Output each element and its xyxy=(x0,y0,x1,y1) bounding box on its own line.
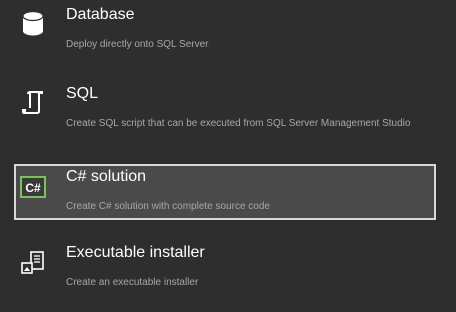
option-title: Database xyxy=(66,6,135,23)
option-description: Create an executable installer xyxy=(66,277,199,288)
database-icon xyxy=(18,8,48,38)
option-database[interactable]: Database Deploy directly onto SQL Server xyxy=(14,2,436,58)
option-executable-installer[interactable]: Executable installer Create an executabl… xyxy=(14,240,436,296)
deployment-options-list: Database Deploy directly onto SQL Server… xyxy=(0,0,456,312)
option-description: Deploy directly onto SQL Server xyxy=(66,39,209,50)
script-icon xyxy=(18,87,48,117)
option-sql[interactable]: SQL Create SQL script that can be execut… xyxy=(14,81,436,137)
option-description: Create C# solution with complete source … xyxy=(66,201,270,212)
option-title: C# solution xyxy=(66,168,147,185)
csharp-icon: C# xyxy=(18,172,48,202)
option-description: Create SQL script that can be executed f… xyxy=(66,118,411,129)
installer-icon xyxy=(18,246,48,276)
option-title: Executable installer xyxy=(66,244,205,261)
option-title: SQL xyxy=(66,85,99,102)
svg-text:C#: C# xyxy=(25,181,41,195)
option-csharp-solution[interactable]: C# C# solution Create C# solution with c… xyxy=(14,164,436,220)
